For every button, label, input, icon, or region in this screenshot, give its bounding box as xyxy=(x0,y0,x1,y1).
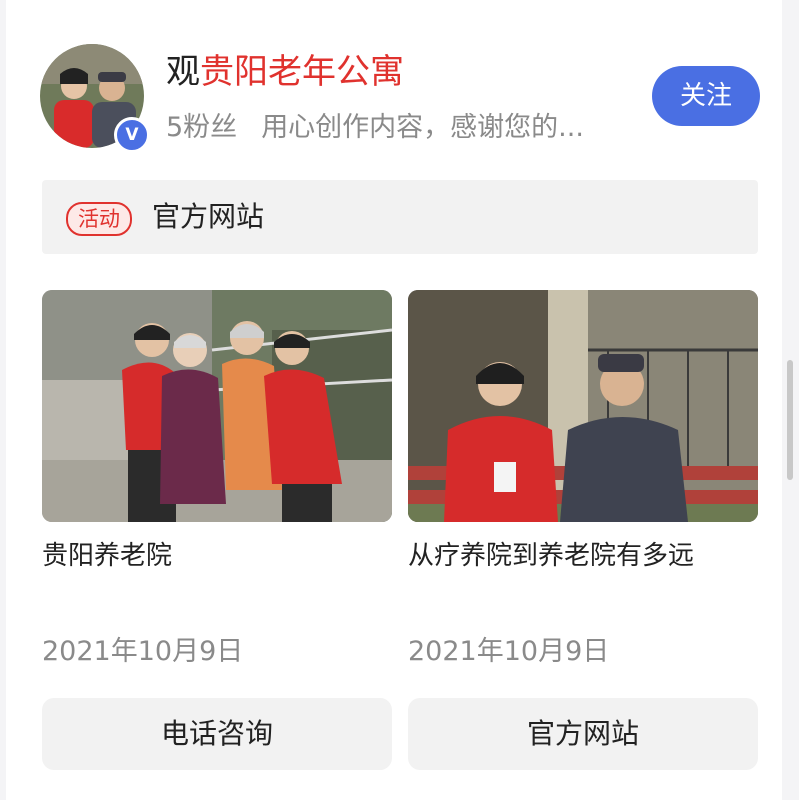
account-meta: 5粉丝 用心创作内容，感谢您的... xyxy=(166,108,584,148)
post-date: 2021年10月9日 xyxy=(408,636,610,667)
scrollbar[interactable] xyxy=(787,360,793,480)
post-date: 2021年10月9日 xyxy=(42,636,244,667)
account-description: 用心创作内容，感谢您的... xyxy=(261,112,584,143)
follow-button[interactable]: 关注 xyxy=(652,66,760,126)
post-title[interactable]: 贵阳养老院 xyxy=(42,536,392,576)
activity-banner[interactable]: 活动 官方网站 xyxy=(42,180,758,254)
post-thumbnail[interactable] xyxy=(408,290,758,522)
official-website-button[interactable]: 官方网站 xyxy=(408,698,758,770)
account-name[interactable]: 观贵阳老年公寓 xyxy=(166,50,404,94)
post-title[interactable]: 从疗养院到养老院有多远 xyxy=(408,536,758,576)
activity-link[interactable]: 官方网站 xyxy=(152,196,264,238)
post-card[interactable]: 从疗养院到养老院有多远 2021年10月9日 xyxy=(408,290,758,667)
account-name-highlight: 贵阳老年公寓 xyxy=(200,52,404,92)
followers-count: 5粉丝 xyxy=(166,112,238,143)
activity-tag: 活动 xyxy=(66,202,132,236)
verified-badge-icon: V xyxy=(114,117,150,153)
post-card[interactable]: 贵阳养老院 2021年10月9日 xyxy=(42,290,392,667)
post-thumbnail[interactable] xyxy=(42,290,392,522)
account-name-prefix: 观 xyxy=(166,52,200,92)
phone-consult-button[interactable]: 电话咨询 xyxy=(42,698,392,770)
